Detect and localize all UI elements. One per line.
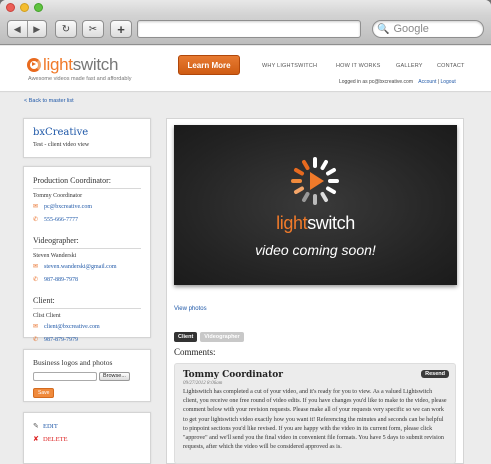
logo-text-light: light — [43, 55, 73, 74]
video-player[interactable]: lightswitch video coming soon! — [174, 125, 457, 285]
logo-play-icon — [27, 58, 41, 72]
account-link[interactable]: Account — [418, 79, 436, 85]
client-email[interactable]: client@bxcreative.com — [44, 324, 100, 330]
snapshot-button[interactable]: ✂ — [82, 20, 104, 38]
delete-link[interactable]: ✘ DELETE — [33, 435, 141, 443]
comment-tabs: Client Videographer — [174, 332, 247, 342]
view-photos-link[interactable]: View photos — [174, 306, 207, 312]
back-forward-group: ◀ ▶ — [7, 20, 47, 38]
title-bar — [0, 0, 491, 15]
project-card: bxCreative Test - client video view — [23, 118, 151, 158]
email-icon: ✉ — [33, 324, 39, 330]
browser-window: ◀ ▶ ↻ ✂ + 🔍 Google light switch Awesome v… — [0, 0, 491, 464]
tagline: Awesome videos made fast and affordably — [28, 76, 132, 82]
videographer-name: Steven Wanderski — [33, 253, 77, 259]
comment-body: Lightswitch has completed a cut of your … — [183, 389, 447, 451]
actions-card: ✎ EDIT ✘ DELETE — [23, 412, 151, 464]
divider — [33, 188, 141, 189]
plus-icon: + — [117, 21, 125, 37]
delete-label: DELETE — [43, 435, 68, 443]
back-arrow-icon[interactable]: ◀ — [8, 21, 28, 37]
production-coordinator-phone[interactable]: 555-666-7777 — [44, 217, 78, 223]
edit-label: EDIT — [43, 422, 58, 430]
nav-how-it-works[interactable]: HOW IT WORKS — [336, 63, 380, 69]
divider — [33, 248, 141, 249]
phone-icon: ✆ — [33, 217, 39, 223]
comment-item: Tommy Coordinator 09/27/2012 8:06am Ligh… — [174, 363, 456, 464]
production-coordinator-title: Production Coordinator: — [33, 176, 111, 185]
zoom-window-button[interactable] — [34, 3, 43, 12]
reload-button[interactable]: ↻ — [55, 20, 77, 38]
nav-why-lightswitch[interactable]: WHY LIGHTSWITCH — [262, 63, 317, 69]
address-bar[interactable] — [137, 20, 361, 38]
logos-title: Business logos and photos — [33, 358, 113, 367]
logged-in-text: Logged in as pc@bxcreative.com — [339, 79, 414, 85]
video-brand-text: lightswitch — [276, 213, 355, 233]
logo[interactable]: light switch Awesome videos made fast and… — [27, 55, 131, 82]
client-name: Clist Client — [33, 313, 61, 319]
search-icon: 🔍 — [377, 23, 390, 35]
email-icon: ✉ — [33, 204, 39, 210]
add-bookmark-button[interactable]: + — [110, 20, 132, 38]
site-header: light switch Awesome videos made fast and… — [0, 46, 491, 92]
pencil-icon: ✎ — [33, 422, 39, 430]
separator: | — [437, 79, 440, 85]
save-button[interactable]: Save — [33, 388, 55, 398]
videographer-title: Videographer: — [33, 236, 79, 245]
logo-text-switch: switch — [72, 55, 119, 74]
minimize-window-button[interactable] — [20, 3, 29, 12]
videographer-phone[interactable]: 987-889-7978 — [44, 277, 78, 283]
resend-button[interactable]: Resend — [421, 370, 449, 378]
browser-toolbar: ◀ ▶ ↻ ✂ + 🔍 Google — [0, 15, 491, 45]
video-coming-soon: video coming soon! — [255, 242, 376, 258]
file-path-field[interactable] — [33, 372, 97, 381]
email-icon: ✉ — [33, 264, 39, 270]
project-name: bxCreative — [33, 127, 89, 138]
close-window-button[interactable] — [6, 3, 15, 12]
tab-client[interactable]: Client — [174, 332, 198, 342]
logos-card: Business logos and photos Browse... Save — [23, 349, 151, 402]
tab-videographer[interactable]: Videographer — [200, 332, 244, 342]
reload-icon: ↻ — [61, 23, 71, 35]
phone-icon: ✆ — [33, 277, 39, 283]
login-status: Logged in as pc@bxcreative.com Account |… — [339, 79, 456, 85]
logout-link[interactable]: Logout — [440, 79, 455, 85]
production-coordinator-email[interactable]: pc@bxcreative.com — [44, 204, 92, 210]
edit-link[interactable]: ✎ EDIT — [33, 422, 141, 430]
loading-play-icon — [291, 157, 339, 205]
nav-contact[interactable]: CONTACT — [437, 63, 465, 69]
comment-date: 09/27/2012 8:06am — [183, 381, 223, 386]
divider — [33, 308, 141, 309]
scissors-icon: ✂ — [88, 23, 98, 35]
search-placeholder: Google — [393, 23, 429, 35]
delete-x-icon: ✘ — [33, 435, 39, 443]
project-subtitle: Test - client video view — [33, 142, 90, 148]
videographer-email[interactable]: steven.wanderski@gmail.com — [44, 264, 117, 270]
forward-arrow-icon[interactable]: ▶ — [28, 21, 47, 37]
comments-header: Comments: — [174, 347, 216, 357]
client-title: Client: — [33, 296, 55, 305]
nav-gallery[interactable]: GALLERY — [396, 63, 423, 69]
production-coordinator-name: Tommy Coordinator — [33, 193, 83, 199]
client-phone[interactable]: 987-879-7979 — [44, 337, 78, 343]
comment-author: Tommy Coordinator — [183, 370, 283, 380]
learn-more-button[interactable]: Learn More — [178, 55, 240, 75]
back-to-master-list-link[interactable]: < Back to master list — [24, 98, 74, 104]
contacts-card: Production Coordinator: Tommy Coordinato… — [23, 166, 151, 343]
search-input[interactable]: 🔍 Google — [372, 20, 484, 38]
phone-icon: ✆ — [33, 337, 39, 343]
browse-button[interactable]: Browse... — [99, 372, 130, 381]
